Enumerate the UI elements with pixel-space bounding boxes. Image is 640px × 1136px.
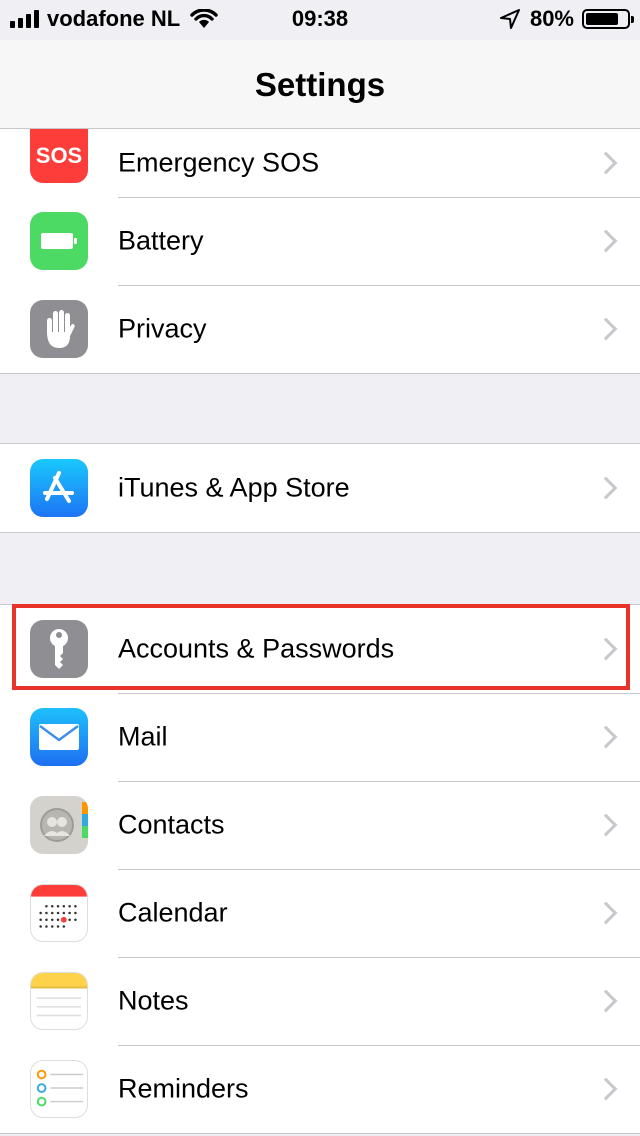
row-calendar[interactable]: Calendar bbox=[0, 869, 640, 957]
row-accounts-passwords[interactable]: Accounts & Passwords bbox=[0, 605, 640, 693]
row-emergency-sos[interactable]: SOS Emergency SOS bbox=[0, 129, 640, 197]
row-notes[interactable]: Notes bbox=[0, 957, 640, 1045]
battery-percent: 80% bbox=[529, 6, 574, 31]
battery-tip bbox=[631, 16, 634, 23]
contacts-icon bbox=[30, 796, 88, 854]
calendar-icon bbox=[30, 884, 88, 942]
settings-group-2: iTunes & App Store bbox=[0, 443, 640, 533]
battery-level-fill bbox=[586, 13, 618, 25]
page-title: Settings bbox=[254, 66, 386, 103]
chevron-right-icon bbox=[594, 901, 618, 925]
battery-app-icon bbox=[30, 212, 88, 270]
chevron-right-icon bbox=[594, 1077, 618, 1101]
row-label: Notes bbox=[118, 985, 189, 1016]
row-label: Privacy bbox=[118, 313, 207, 344]
row-label: Calendar bbox=[118, 897, 228, 928]
chevron-right-icon bbox=[594, 476, 618, 500]
row-reminders[interactable]: Reminders bbox=[0, 1045, 640, 1133]
reminders-icon bbox=[30, 1060, 88, 1118]
chevron-right-icon bbox=[594, 725, 618, 749]
chevron-right-icon bbox=[594, 317, 618, 341]
notes-icon bbox=[30, 972, 88, 1030]
chevron-right-icon bbox=[594, 229, 618, 253]
chevron-right-icon bbox=[594, 151, 618, 175]
navigation-bar: Settings bbox=[0, 40, 640, 129]
row-mail[interactable]: Mail bbox=[0, 693, 640, 781]
chevron-right-icon bbox=[594, 637, 618, 661]
settings-group-1: SOS Emergency SOS Battery Privacy bbox=[0, 129, 640, 374]
key-icon bbox=[30, 620, 88, 678]
row-label: Reminders bbox=[118, 1073, 249, 1104]
settings-list[interactable]: SOS Emergency SOS Battery Privacy iTunes… bbox=[0, 129, 640, 1136]
row-itunes-app-store[interactable]: iTunes & App Store bbox=[0, 444, 640, 532]
row-privacy[interactable]: Privacy bbox=[0, 285, 640, 373]
hand-icon bbox=[30, 300, 88, 358]
battery-icon bbox=[582, 9, 634, 29]
location-arrow-icon bbox=[499, 9, 520, 29]
row-label: Contacts bbox=[118, 809, 225, 840]
row-battery[interactable]: Battery bbox=[0, 197, 640, 285]
chevron-right-icon bbox=[594, 989, 618, 1013]
row-label: Accounts & Passwords bbox=[118, 633, 395, 664]
row-label: Mail bbox=[118, 721, 168, 752]
status-right: 80% bbox=[499, 6, 634, 32]
chevron-right-icon bbox=[594, 813, 618, 837]
row-label: Battery bbox=[118, 225, 204, 256]
sos-icon-text: SOS bbox=[35, 143, 83, 168]
status-bar: vodafone NL 09:38 80% bbox=[0, 0, 640, 40]
sos-icon: SOS bbox=[30, 129, 88, 183]
settings-group-3: Accounts & Passwords Mail Contacts Calen… bbox=[0, 604, 640, 1134]
row-label: Emergency SOS bbox=[118, 147, 320, 178]
row-label: iTunes & App Store bbox=[118, 472, 350, 503]
row-contacts[interactable]: Contacts bbox=[0, 781, 640, 869]
mail-icon bbox=[30, 708, 88, 766]
app-store-icon bbox=[30, 459, 88, 517]
